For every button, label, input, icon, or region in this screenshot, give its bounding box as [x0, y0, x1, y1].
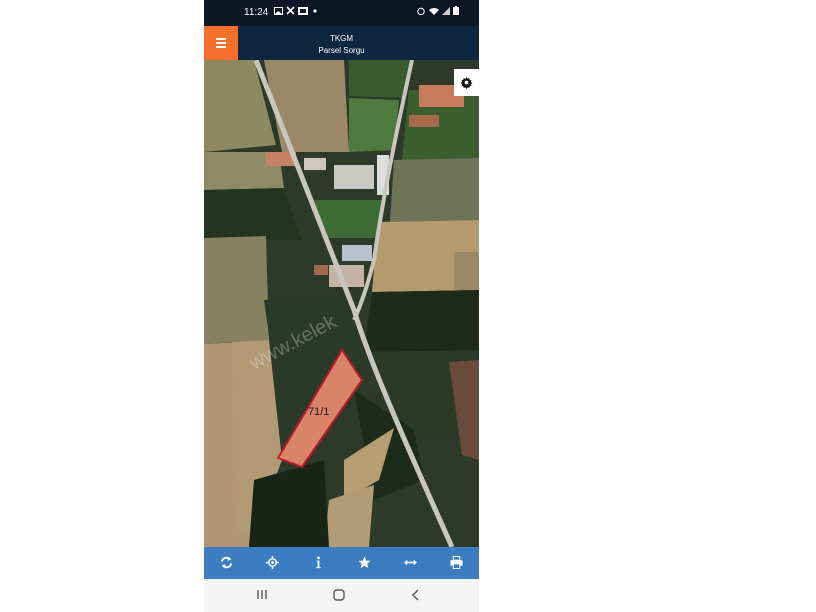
app-title: TKGM: [329, 34, 354, 43]
satellite-map[interactable]: www.kelek 71/1: [204, 60, 479, 547]
back-button[interactable]: [388, 579, 448, 612]
back-icon: [412, 589, 419, 601]
status-time: 11:24: [244, 7, 269, 18]
alarm-icon: [417, 7, 425, 15]
image-icon: [274, 7, 283, 15]
refresh-button[interactable]: [204, 547, 250, 579]
home-button[interactable]: [311, 579, 371, 612]
battery-icon: [453, 6, 459, 15]
bottom-toolbar: [204, 547, 479, 579]
parcel-label: 71/1: [308, 406, 329, 418]
print-button[interactable]: [434, 547, 479, 579]
app-header: TKGM Parsel Sorgu: [204, 26, 479, 60]
refresh-icon: [220, 556, 233, 569]
gear-icon: [460, 77, 473, 89]
signal-icon: [442, 7, 450, 15]
app-subtitle: Parsel Sorgu: [318, 46, 365, 55]
home-icon: [333, 589, 345, 601]
star-icon: [358, 556, 371, 569]
favorite-button[interactable]: [342, 547, 388, 579]
measure-icon: [404, 559, 417, 566]
recent-apps-button[interactable]: [234, 579, 294, 612]
recent-apps-icon: [257, 590, 267, 599]
locate-icon: [266, 556, 279, 569]
settings-button[interactable]: [454, 69, 479, 96]
print-icon: [450, 556, 463, 569]
dot-icon: [313, 9, 317, 13]
wifi-icon: [429, 8, 439, 15]
tv-icon: [298, 7, 308, 15]
info-icon: [316, 556, 321, 569]
measure-button[interactable]: [388, 547, 434, 579]
locate-button[interactable]: [250, 547, 296, 579]
fan-icon: [286, 6, 295, 15]
status-bar: 11:24: [204, 0, 479, 26]
system-nav-bar: [204, 579, 479, 612]
info-button[interactable]: [296, 547, 342, 579]
phone-screen: 11:24 TKGM Parsel Sorgu www.kelek 71/1: [204, 0, 479, 612]
